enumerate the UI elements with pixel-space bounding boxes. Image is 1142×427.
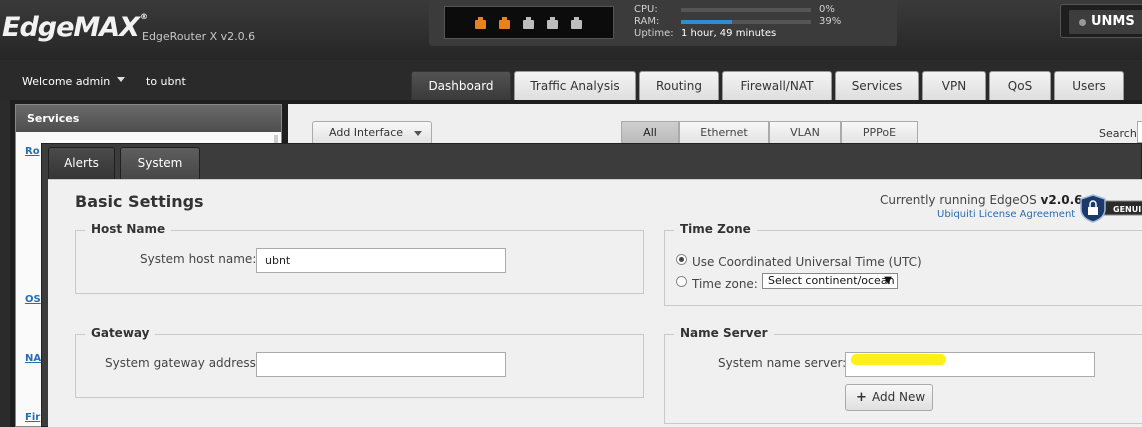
add-name-server-button[interactable]: + Add New: [845, 384, 933, 411]
gateway-legend: Gateway: [85, 326, 156, 340]
chevron-down-icon: [414, 131, 422, 136]
genuine-badge[interactable]: GENUI: [1078, 193, 1142, 223]
gateway-input[interactable]: [256, 352, 506, 377]
tab-vpn[interactable]: VPN: [922, 71, 986, 100]
time-zone-legend: Time Zone: [674, 222, 757, 236]
uptime-row: Uptime: 1 hour, 49 minutes: [634, 28, 854, 40]
running-prefix: Currently running EdgeOS: [880, 193, 1037, 207]
tab-alerts[interactable]: Alerts: [48, 147, 115, 179]
host-name-input[interactable]: ubnt: [256, 248, 506, 273]
unms-button[interactable]: UNMS: [1060, 4, 1142, 38]
add-interface-button[interactable]: Add Interface: [312, 121, 432, 145]
running-version: Currently running EdgeOS v2.0.6: [880, 193, 1083, 207]
service-link-1[interactable]: OS: [25, 294, 41, 305]
cpu-bar: [681, 8, 811, 12]
ram-label: RAM:: [634, 16, 660, 27]
tab-users[interactable]: Users: [1054, 71, 1124, 100]
tab-system[interactable]: System: [120, 147, 200, 179]
chevron-down-icon[interactable]: [117, 77, 125, 82]
edgemax-logo[interactable]: EdgeMAX®: [2, 12, 148, 43]
search-label: Search: [1099, 127, 1137, 140]
host-label: to ubnt: [146, 75, 186, 88]
host-name-legend: Host Name: [85, 222, 172, 236]
gateway-label: System gateway address:: [105, 356, 260, 370]
filter-all[interactable]: All: [621, 121, 679, 145]
continent-select[interactable]: Select continent/ocean ▼: [762, 273, 898, 289]
port-0-icon[interactable]: [475, 17, 486, 29]
ram-value: 39%: [819, 16, 842, 27]
service-link-0[interactable]: Ro: [25, 146, 40, 157]
cpu-value: 0%: [819, 4, 835, 15]
name-server-label: System name server:: [718, 356, 847, 370]
genuine-label: GENUI: [1113, 205, 1141, 214]
utc-radio[interactable]: [676, 254, 687, 265]
welcome-user-menu[interactable]: Welcome admin: [22, 75, 110, 88]
plus-icon: +: [856, 390, 867, 405]
port-3-icon[interactable]: [547, 17, 558, 29]
ram-bar: [681, 20, 811, 24]
uptime-value: 1 hour, 49 minutes: [681, 28, 777, 39]
port-4-icon[interactable]: [571, 17, 582, 29]
unms-inner: UNMS: [1069, 10, 1142, 34]
timezone-radio[interactable]: [676, 276, 687, 287]
tab-traffic-analysis[interactable]: Traffic Analysis: [514, 71, 636, 100]
running-version-number: v2.0.6: [1040, 193, 1083, 207]
device-model: EdgeRouter X v2.0.6: [142, 30, 256, 43]
system-stats: CPU: 0% RAM: 39% Uptime: 1 hour, 49 minu…: [634, 4, 854, 40]
tab-firewall-nat[interactable]: Firewall/NAT: [722, 71, 832, 100]
add-new-label: Add New: [872, 390, 926, 404]
cpu-label: CPU:: [634, 4, 658, 15]
continent-select-value: Select continent/ocean: [768, 274, 895, 287]
service-link-2[interactable]: NA: [25, 353, 41, 364]
search-input[interactable]: [1137, 121, 1142, 143]
cpu-row: CPU: 0%: [634, 4, 854, 16]
ram-bar-fill: [681, 20, 732, 24]
filter-pppoe[interactable]: PPPoE: [841, 121, 918, 145]
services-panel-title: Services: [16, 105, 281, 132]
timezone-option-label[interactable]: Time zone:: [692, 277, 758, 291]
ram-row: RAM: 39%: [634, 16, 854, 28]
host-name-label: System host name:: [140, 252, 257, 266]
name-server-legend: Name Server: [674, 326, 774, 340]
unms-label: UNMS: [1091, 14, 1135, 29]
tab-qos[interactable]: QoS: [989, 71, 1051, 100]
uptime-label: Uptime:: [634, 28, 674, 39]
dropdown-arrow-icon: ▼: [884, 275, 892, 286]
redaction-highlight: [851, 354, 946, 365]
unms-status-icon: [1079, 19, 1086, 26]
logo-text: EdgeMAX: [2, 12, 140, 43]
license-link[interactable]: Ubiquiti License Agreement: [937, 209, 1075, 220]
logo-mark: ®: [140, 12, 148, 21]
add-interface-label: Add Interface: [329, 126, 404, 139]
filter-ethernet[interactable]: Ethernet: [679, 121, 769, 145]
lock-icon: [1088, 207, 1098, 215]
tab-services[interactable]: Services: [835, 71, 919, 100]
filter-vlan[interactable]: VLAN: [769, 121, 841, 145]
page-title: Basic Settings: [75, 192, 204, 211]
service-link-3[interactable]: Fir: [25, 412, 40, 423]
tab-dashboard[interactable]: Dashboard: [411, 71, 511, 100]
port-status-panel: [444, 6, 614, 39]
tab-routing[interactable]: Routing: [639, 71, 719, 100]
utc-option-label[interactable]: Use Coordinated Universal Time (UTC): [692, 255, 922, 269]
port-2-icon[interactable]: [523, 17, 534, 29]
port-1-icon[interactable]: [499, 17, 510, 29]
